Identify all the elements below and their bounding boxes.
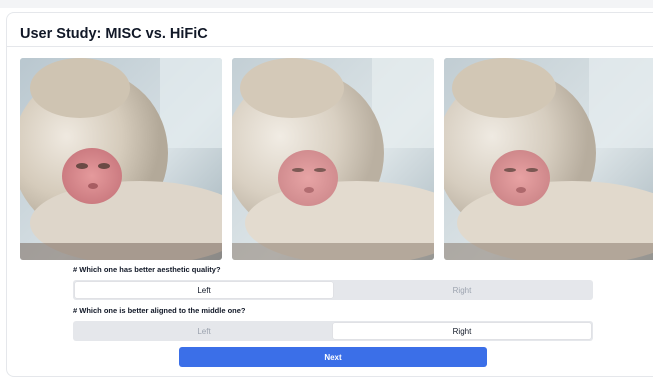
- next-button[interactable]: Next: [179, 347, 487, 367]
- alignment-option-right[interactable]: Right: [333, 323, 591, 339]
- image-right: [444, 58, 653, 260]
- alignment-selector: Left Right: [73, 321, 593, 341]
- aesthetic-quality-selector: Left Right: [73, 280, 593, 300]
- window-top-strip: [0, 0, 653, 8]
- monkey-photo-left: [20, 58, 222, 260]
- image-middle: [232, 58, 434, 260]
- question-alignment: # Which one is better aligned to the mid…: [73, 306, 246, 315]
- aesthetic-option-left[interactable]: Left: [75, 282, 333, 298]
- study-card: User Study: MISC vs. HiFiC # Which one h…: [6, 12, 653, 377]
- card-header: User Study: MISC vs. HiFiC: [7, 13, 653, 47]
- aesthetic-option-right[interactable]: Right: [333, 282, 591, 298]
- image-left: [20, 58, 222, 260]
- alignment-option-left[interactable]: Left: [75, 323, 333, 339]
- question-aesthetic-quality: # Which one has better aesthetic quality…: [73, 265, 221, 274]
- monkey-photo-right: [444, 58, 653, 260]
- page-title: User Study: MISC vs. HiFiC: [20, 26, 208, 42]
- monkey-photo-middle: [232, 58, 434, 260]
